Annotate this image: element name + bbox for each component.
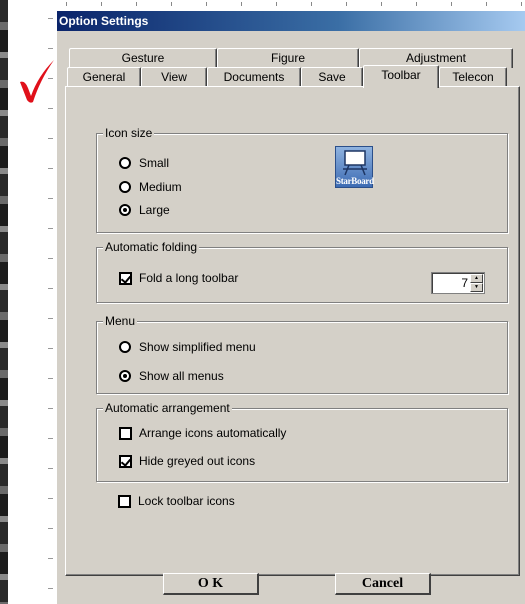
tab-row-front: General View Documents Save Toolbar Tele… bbox=[67, 65, 507, 88]
tab-save[interactable]: Save bbox=[301, 67, 363, 87]
checkbox-arrange-icons-automatically[interactable]: Arrange icons automatically bbox=[119, 426, 286, 440]
group-title: Icon size bbox=[103, 126, 155, 140]
checkbox[interactable] bbox=[118, 494, 131, 508]
group-title: Automatic arrangement bbox=[103, 401, 232, 415]
radio-show-simplified-menu[interactable]: Show simplified menu bbox=[119, 340, 256, 354]
radio-small[interactable]: Small bbox=[119, 156, 169, 170]
checkbox[interactable] bbox=[119, 271, 132, 285]
option-label: Large bbox=[139, 203, 170, 217]
option-label: Show all menus bbox=[139, 369, 224, 383]
radio-medium[interactable]: Medium bbox=[119, 180, 182, 194]
checkbox[interactable] bbox=[119, 454, 132, 468]
checkbox[interactable] bbox=[119, 426, 132, 440]
fold-count-spinner[interactable]: 7 ▲ ▼ bbox=[431, 272, 485, 294]
starboard-toolbar-icon: StarBoard bbox=[335, 146, 374, 188]
option-label: Medium bbox=[139, 180, 182, 194]
group-title: Automatic folding bbox=[103, 240, 200, 254]
tab-documents[interactable]: Documents bbox=[207, 67, 301, 87]
radio-button[interactable] bbox=[119, 370, 131, 382]
option-label: Show simplified menu bbox=[139, 340, 256, 354]
checkbox-fold-long-toolbar[interactable]: Fold a long toolbar bbox=[119, 271, 238, 285]
radio-button[interactable] bbox=[119, 341, 131, 353]
radio-show-all-menus[interactable]: Show all menus bbox=[119, 369, 224, 383]
icon-size-group: Icon size Small Medium Large StarBoard bbox=[96, 126, 508, 233]
red-checkmark-icon bbox=[20, 60, 54, 103]
tab-figure[interactable]: Figure bbox=[217, 48, 359, 68]
radio-button[interactable] bbox=[119, 204, 131, 216]
option-label: Lock toolbar icons bbox=[138, 494, 235, 508]
tab-gesture[interactable]: Gesture bbox=[69, 48, 217, 68]
tab-row-back: Gesture Figure Adjustment bbox=[69, 48, 513, 68]
spinner-value[interactable]: 7 bbox=[461, 276, 468, 290]
tab-toolbar[interactable]: Toolbar bbox=[363, 65, 439, 88]
spin-down-icon[interactable]: ▼ bbox=[470, 283, 483, 292]
dialog-title: Option Settings bbox=[57, 11, 525, 31]
menu-group: Menu Show simplified menu Show all menus bbox=[96, 314, 508, 394]
radio-button[interactable] bbox=[119, 157, 131, 169]
cancel-button[interactable]: Cancel bbox=[335, 573, 431, 595]
spin-up-icon[interactable]: ▲ bbox=[470, 274, 483, 283]
checkbox-lock-toolbar-icons[interactable]: Lock toolbar icons bbox=[118, 494, 235, 508]
option-label: Small bbox=[139, 156, 170, 170]
option-settings-dialog: Option Settings Gesture Figure Adjustmen… bbox=[56, 10, 525, 604]
tab-telecon[interactable]: Telecon bbox=[439, 67, 507, 87]
ok-button[interactable]: O K bbox=[163, 573, 259, 595]
group-title: Menu bbox=[103, 314, 138, 328]
tab-view[interactable]: View bbox=[141, 67, 207, 87]
automatic-folding-group: Automatic folding Fold a long toolbar 7 … bbox=[96, 240, 508, 303]
automatic-arrangement-group: Automatic arrangement Arrange icons auto… bbox=[96, 401, 508, 482]
option-label: Arrange icons automatically bbox=[139, 426, 287, 440]
option-label: Hide greyed out icons bbox=[139, 454, 256, 468]
tab-general[interactable]: General bbox=[67, 67, 141, 87]
board-icon bbox=[343, 150, 367, 176]
checkbox-hide-greyed-out-icons[interactable]: Hide greyed out icons bbox=[119, 454, 255, 468]
toolbar-tab-panel: Icon size Small Medium Large StarBoard A… bbox=[65, 86, 520, 576]
radio-large[interactable]: Large bbox=[119, 203, 170, 217]
radio-button[interactable] bbox=[119, 181, 131, 193]
background-filmstrip bbox=[0, 0, 8, 604]
top-ruler bbox=[56, 0, 525, 10]
option-label: Fold a long toolbar bbox=[139, 271, 239, 285]
logo-label: StarBoard bbox=[336, 176, 374, 186]
spinner-buttons: ▲ ▼ bbox=[470, 274, 483, 292]
